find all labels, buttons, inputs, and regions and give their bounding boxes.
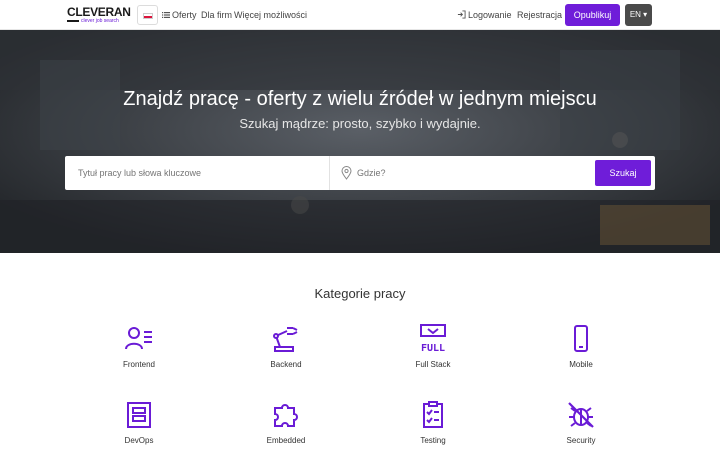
category-label: Full Stack bbox=[415, 360, 451, 369]
categories-title: Kategorie pracy bbox=[314, 286, 406, 301]
clipboard-check-icon bbox=[423, 401, 443, 428]
category-label: Testing bbox=[420, 436, 446, 445]
nav-link-for-companies[interactable]: Dla firm bbox=[201, 0, 232, 30]
logo-text: CLEVERAN bbox=[67, 5, 131, 19]
category-full-stack[interactable]: FULL Full Stack bbox=[383, 324, 483, 384]
list-icon bbox=[162, 11, 170, 18]
login-icon bbox=[457, 10, 466, 19]
logo-tagline: clever job search bbox=[81, 18, 119, 24]
mobile-phone-icon bbox=[574, 325, 588, 352]
hero-subtitle: Szukaj mądrze: prosto, szybko i wydajnie… bbox=[239, 116, 481, 131]
hero-section: Znajdź pracę - oferty z wielu źródeł w j… bbox=[0, 30, 720, 253]
search-divider bbox=[329, 156, 330, 190]
category-testing[interactable]: Testing bbox=[383, 400, 483, 460]
category-devops[interactable]: DevOps bbox=[89, 400, 189, 460]
keyword-search-input[interactable] bbox=[78, 156, 328, 190]
category-frontend[interactable]: Frontend bbox=[89, 324, 189, 384]
logo-underline bbox=[67, 20, 79, 22]
bug-slash-icon bbox=[568, 402, 594, 428]
search-bar: Szukaj bbox=[65, 156, 655, 190]
nav-offers-label: Oferty bbox=[172, 10, 197, 20]
cleveran-logo[interactable]: CLEVERAN clever job search bbox=[67, 6, 131, 24]
category-label: Embedded bbox=[266, 436, 306, 445]
category-label: Backend bbox=[270, 360, 302, 369]
nav-login-label: Logowanie bbox=[468, 10, 512, 20]
language-flag-button[interactable] bbox=[137, 5, 158, 25]
frontend-user-icon bbox=[125, 327, 152, 350]
hero-title: Znajdź pracę - oferty z wielu źródeł w j… bbox=[123, 88, 597, 110]
nav-link-register[interactable]: Rejestracja bbox=[517, 0, 562, 30]
publish-button[interactable]: Opublikuj bbox=[565, 4, 620, 26]
svg-text:FULL: FULL bbox=[421, 343, 445, 354]
puzzle-icon bbox=[274, 404, 298, 427]
category-label: Mobile bbox=[569, 360, 593, 369]
full-stack-icon: FULL bbox=[420, 324, 446, 354]
hero-background-image bbox=[0, 30, 720, 253]
category-label: Security bbox=[566, 436, 596, 445]
category-backend[interactable]: Backend bbox=[236, 324, 336, 384]
search-button[interactable]: Szukaj bbox=[595, 160, 651, 186]
nav-link-login[interactable]: Logowanie bbox=[457, 0, 512, 30]
category-label: DevOps bbox=[124, 436, 154, 445]
server-icon bbox=[127, 402, 151, 428]
poland-flag-icon bbox=[143, 13, 153, 19]
nav-link-offers[interactable]: Oferty bbox=[162, 0, 197, 30]
category-security[interactable]: Security bbox=[531, 400, 631, 460]
location-search-input[interactable] bbox=[357, 156, 557, 190]
category-embedded[interactable]: Embedded bbox=[236, 400, 336, 460]
category-label: Frontend bbox=[122, 360, 156, 369]
top-navbar: CLEVERAN clever job search Oferty Dla fi… bbox=[0, 0, 720, 30]
language-dropdown-button[interactable]: EN ▾ bbox=[625, 4, 652, 26]
location-pin-icon bbox=[341, 166, 352, 180]
nav-link-more[interactable]: Więcej możliwości bbox=[234, 0, 307, 30]
category-mobile[interactable]: Mobile bbox=[531, 324, 631, 384]
robot-arm-icon bbox=[273, 327, 298, 352]
